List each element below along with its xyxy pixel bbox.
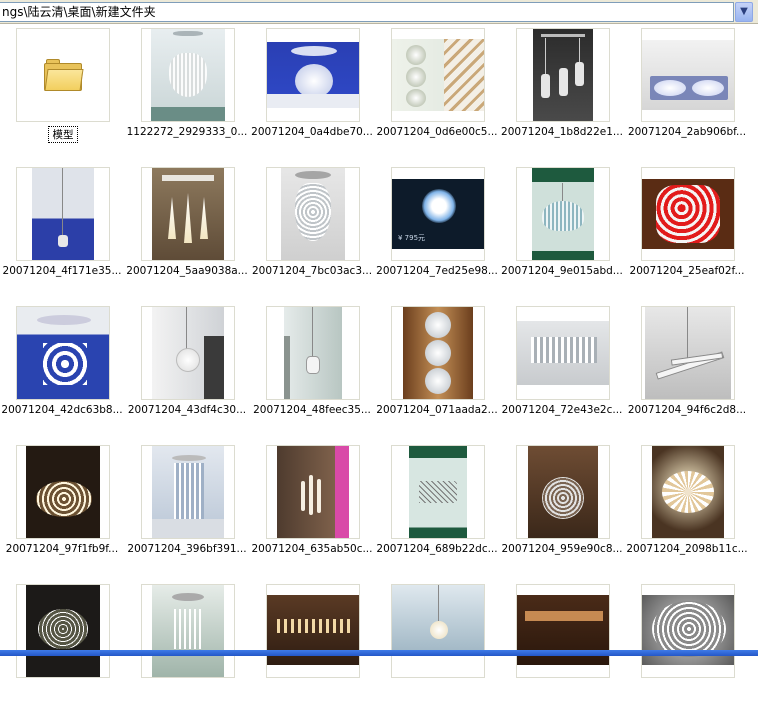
file-item[interactable]: [625, 581, 749, 709]
image-thumbnail: [516, 445, 610, 539]
image-thumbnail: ¥ 795元: [391, 167, 485, 261]
file-name: 20071204_635ab50c...: [251, 543, 373, 555]
file-item[interactable]: [250, 581, 374, 709]
file-item[interactable]: 20071204_2ab906bf...: [625, 25, 749, 153]
file-item[interactable]: 20071204_5aa9038a...: [125, 164, 249, 292]
image-thumbnail: [266, 445, 360, 539]
file-item[interactable]: 20071204_9e015abd...: [500, 164, 624, 292]
image-thumbnail: [141, 306, 235, 400]
file-item[interactable]: 20071204_635ab50c...: [250, 442, 374, 570]
image-thumbnail: [141, 445, 235, 539]
chevron-down-icon[interactable]: ▼: [735, 2, 753, 22]
image-thumbnail: [641, 445, 735, 539]
file-item[interactable]: 20071204_689b22dc...: [375, 442, 499, 570]
file-item[interactable]: 1122272_2929333_0...: [125, 25, 249, 153]
image-thumbnail: [641, 584, 735, 678]
file-name: 20071204_959e90c8...: [501, 543, 623, 555]
file-name: 20071204_72e43e2c...: [501, 404, 623, 416]
file-item[interactable]: 20071204_1b8d22e1...: [500, 25, 624, 153]
file-item[interactable]: 20071204_72e43e2c...: [500, 303, 624, 431]
image-thumbnail: [16, 306, 110, 400]
file-name: 20071204_2098b11c...: [626, 543, 748, 555]
file-name: 20071204_4f171e35...: [2, 265, 122, 277]
file-item[interactable]: [500, 581, 624, 709]
file-name: 20071204_42dc63b8...: [1, 404, 123, 416]
image-thumbnail: [516, 584, 610, 678]
image-thumbnail: [641, 306, 735, 400]
file-item[interactable]: 20071204_0d6e00c5...: [375, 25, 499, 153]
file-name: 20071204_7ed25e98...: [376, 265, 498, 277]
file-name: 20071204_43df4c30...: [127, 404, 247, 416]
folder-label[interactable]: 模型: [48, 126, 78, 143]
image-thumbnail: [516, 167, 610, 261]
file-name: 20071204_5aa9038a...: [126, 265, 248, 277]
image-thumbnail: [641, 28, 735, 122]
file-item[interactable]: 20071204_7bc03ac3...: [250, 164, 374, 292]
file-name: 20071204_0d6e00c5...: [376, 126, 498, 138]
image-thumbnail: [16, 167, 110, 261]
file-name: 20071204_1b8d22e1...: [501, 126, 623, 138]
address-bar: ngs\陆云清\桌面\新建文件夹 ▼: [0, 0, 758, 24]
file-item[interactable]: 20071204_42dc63b8...: [0, 303, 124, 431]
price-text: ¥ 795元: [398, 234, 426, 242]
file-item[interactable]: 20071204_396bf391...: [125, 442, 249, 570]
address-field[interactable]: ngs\陆云清\桌面\新建文件夹: [0, 2, 734, 22]
file-name: 20071204_689b22dc...: [376, 543, 498, 555]
file-item[interactable]: 20071204_2098b11c...: [625, 442, 749, 570]
file-name: 20071204_94f6c2d8...: [627, 404, 747, 416]
file-name: 20071204_071aada2...: [376, 404, 498, 416]
file-name: 20071204_9e015abd...: [501, 265, 623, 277]
image-thumbnail: [391, 584, 485, 678]
file-name: 20071204_0a4dbe70...: [251, 126, 373, 138]
image-thumbnail: [641, 167, 735, 261]
file-item[interactable]: [375, 581, 499, 709]
image-thumbnail: [16, 584, 110, 678]
image-thumbnail: [266, 584, 360, 678]
file-name: 20071204_25eaf02f...: [629, 265, 745, 277]
image-thumbnail: [266, 167, 360, 261]
file-item[interactable]: 20071204_959e90c8...: [500, 442, 624, 570]
file-item[interactable]: [0, 581, 124, 709]
image-thumbnail: [16, 445, 110, 539]
image-thumbnail: [391, 28, 485, 122]
file-item[interactable]: 20071204_071aada2...: [375, 303, 499, 431]
file-item[interactable]: 20071204_94f6c2d8...: [625, 303, 749, 431]
image-thumbnail: [516, 28, 610, 122]
file-name: 20071204_48feec35...: [253, 404, 371, 416]
file-name: 20071204_7bc03ac3...: [251, 265, 373, 277]
image-thumbnail: [266, 306, 360, 400]
folder-icon: [44, 59, 84, 91]
image-thumbnail: [516, 306, 610, 400]
folder-thumbnail: [16, 28, 110, 122]
image-thumbnail: [266, 28, 360, 122]
file-item[interactable]: 20071204_25eaf02f...: [625, 164, 749, 292]
image-thumbnail: [391, 306, 485, 400]
file-item[interactable]: 20071204_4f171e35...: [0, 164, 124, 292]
file-name: 20071204_2ab906bf...: [627, 126, 747, 138]
taskbar: [0, 650, 758, 656]
image-thumbnail: [141, 584, 235, 678]
file-item[interactable]: 20071204_43df4c30...: [125, 303, 249, 431]
file-item[interactable]: 20071204_0a4dbe70...: [250, 25, 374, 153]
file-item[interactable]: 20071204_48feec35...: [250, 303, 374, 431]
file-name: 20071204_396bf391...: [127, 543, 247, 555]
image-thumbnail: [141, 167, 235, 261]
image-thumbnail: [141, 28, 235, 122]
file-item[interactable]: [125, 581, 249, 709]
folder-item[interactable]: 模型: [0, 25, 124, 153]
image-thumbnail: [391, 445, 485, 539]
file-name: 20071204_97f1fb9f...: [5, 543, 119, 555]
file-name: 1122272_2929333_0...: [126, 126, 248, 138]
file-item[interactable]: ¥ 795元 20071204_7ed25e98...: [375, 164, 499, 292]
file-item[interactable]: 20071204_97f1fb9f...: [0, 442, 124, 570]
